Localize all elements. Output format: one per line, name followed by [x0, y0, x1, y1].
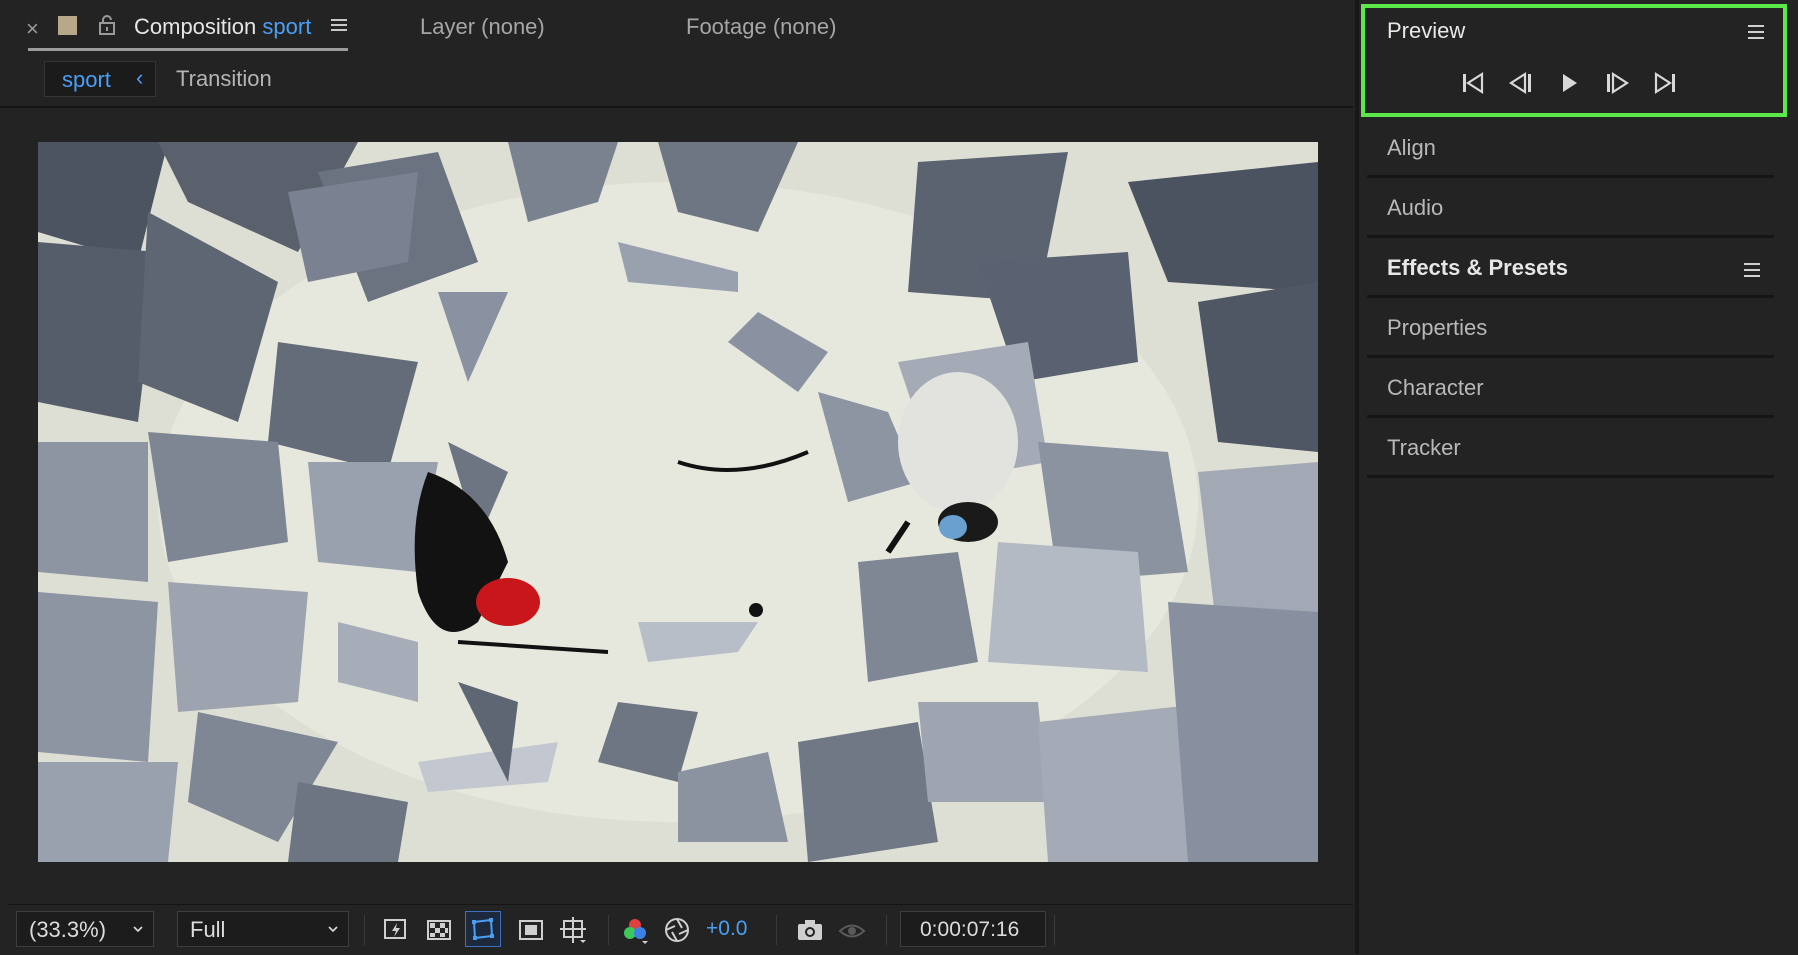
- panel-menu-icon[interactable]: [1743, 262, 1761, 278]
- region-of-interest-icon[interactable]: [516, 915, 546, 945]
- next-frame-icon[interactable]: [1604, 70, 1630, 96]
- composition-viewer[interactable]: [8, 108, 1353, 904]
- tab-composition[interactable]: Composition sport: [134, 14, 311, 40]
- right-panels-column: Preview Align Audio Effects & Presets Pr…: [1355, 0, 1798, 954]
- reset-exposure-icon[interactable]: [662, 915, 692, 945]
- resolution-value: Full: [190, 917, 226, 942]
- preview-panel: Preview: [1361, 4, 1787, 117]
- toolbar-divider: [776, 915, 777, 945]
- panel-menu-icon[interactable]: [330, 16, 348, 34]
- panel-properties-label: Properties: [1387, 315, 1488, 340]
- tab-footage[interactable]: Footage (none): [686, 14, 836, 40]
- current-time-display[interactable]: 0:00:07:16: [900, 911, 1046, 947]
- toolbar-divider: [1054, 915, 1055, 945]
- toolbar-divider: [886, 915, 887, 945]
- panel-tracker-label: Tracker: [1387, 435, 1461, 460]
- chevron-left-icon[interactable]: ‹: [136, 65, 143, 91]
- close-tab-icon[interactable]: ×: [26, 16, 39, 42]
- show-snapshot-icon[interactable]: [837, 915, 867, 945]
- color-channels-icon[interactable]: [620, 915, 650, 945]
- fast-previews-icon[interactable]: [381, 915, 411, 945]
- last-frame-icon[interactable]: [1652, 70, 1678, 96]
- preview-controls: [1460, 70, 1690, 96]
- panel-audio-label: Audio: [1387, 195, 1444, 220]
- magnification-dropdown[interactable]: (33.3%): [16, 911, 154, 947]
- mask-path-visibility-icon[interactable]: [465, 911, 501, 947]
- composition-tab-prefix: Composition: [134, 14, 257, 39]
- resolution-dropdown[interactable]: Full: [177, 911, 349, 947]
- breadcrumb-active-label: sport: [62, 67, 111, 92]
- grid-guides-icon[interactable]: [558, 915, 588, 945]
- composition-panel: × Composition sport Layer (none) Footage…: [0, 0, 1353, 954]
- panel-align[interactable]: Align: [1367, 121, 1774, 178]
- chevron-down-icon: [133, 926, 143, 933]
- timecode-value: 0:00:07:16: [920, 918, 1020, 941]
- toolbar-divider: [364, 915, 365, 945]
- transparency-grid-icon[interactable]: [424, 915, 454, 945]
- preview-panel-title[interactable]: Preview: [1387, 18, 1465, 44]
- active-tab-underline: [28, 48, 348, 51]
- first-frame-icon[interactable]: [1460, 70, 1486, 96]
- panel-character-label: Character: [1387, 375, 1484, 400]
- composition-frame-image[interactable]: [38, 142, 1318, 862]
- panel-tracker[interactable]: Tracker: [1367, 421, 1774, 478]
- chevron-down-icon: [328, 926, 338, 933]
- play-icon[interactable]: [1556, 70, 1582, 96]
- composition-navigator: sport ‹ Transition: [0, 56, 1353, 108]
- camera-icon[interactable]: [795, 915, 825, 945]
- panel-effects-presets[interactable]: Effects & Presets: [1367, 241, 1774, 298]
- shattered-hockey-frame: [38, 142, 1318, 862]
- breadcrumb-next[interactable]: Transition: [176, 66, 272, 92]
- lock-icon[interactable]: [97, 14, 117, 36]
- panel-menu-icon[interactable]: [1747, 24, 1765, 40]
- composition-color-swatch[interactable]: [58, 16, 77, 35]
- toolbar-divider: [608, 915, 609, 945]
- viewer-bottom-toolbar: (33.3%) Full +0.0 0:00:07:16: [8, 904, 1353, 955]
- exposure-value[interactable]: +0.0: [706, 917, 747, 941]
- panel-align-label: Align: [1387, 135, 1436, 160]
- panel-character[interactable]: Character: [1367, 361, 1774, 418]
- previous-frame-icon[interactable]: [1508, 70, 1534, 96]
- tab-layer[interactable]: Layer (none): [420, 14, 545, 40]
- breadcrumb-active[interactable]: sport ‹: [44, 61, 156, 97]
- panel-properties[interactable]: Properties: [1367, 301, 1774, 358]
- composition-tab-name: sport: [262, 14, 312, 39]
- panel-effects-presets-label: Effects & Presets: [1387, 255, 1568, 280]
- viewer-tab-bar: × Composition sport Layer (none) Footage…: [0, 0, 1353, 56]
- magnification-value: (33.3%): [29, 917, 107, 942]
- panel-audio[interactable]: Audio: [1367, 181, 1774, 238]
